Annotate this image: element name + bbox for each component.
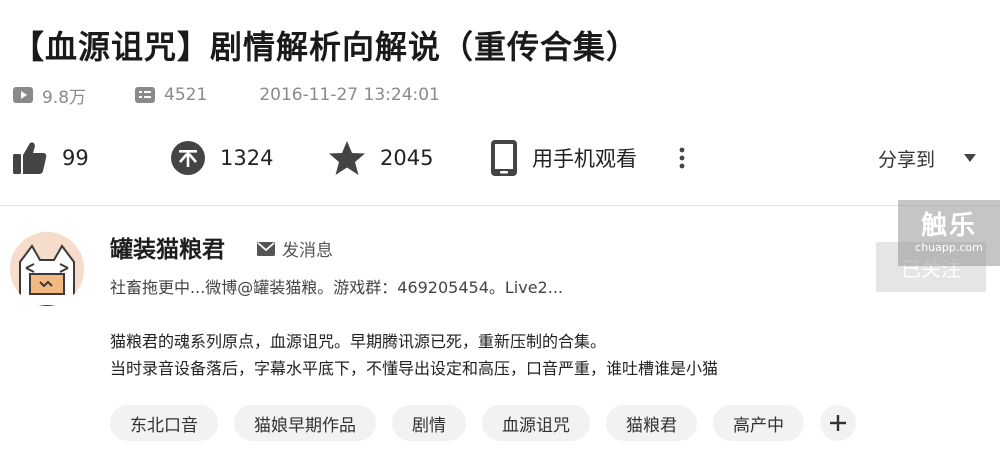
thumbs-up-icon	[12, 141, 48, 175]
share-button[interactable]: 分享到	[878, 134, 977, 182]
star-icon	[328, 140, 366, 176]
uploader-signature: 社畜拖更中...微博@罐装猫粮。游戏群：469205454。Live2...	[110, 278, 563, 297]
like-count: 99	[62, 146, 89, 170]
view-count: 9.8万	[12, 83, 86, 108]
video-meta: 9.8万 4521 2016-11-27 13:24:01	[12, 82, 440, 108]
more-button[interactable]	[678, 134, 700, 182]
chevron-down-icon	[963, 153, 977, 163]
danmaku-count-value: 4521	[164, 85, 208, 105]
tag-item[interactable]: 猫粮君	[606, 405, 697, 441]
tag-list: 东北口音 猫娘早期作品 剧情 血源诅咒 猫粮君 高产中	[110, 405, 856, 441]
tag-item[interactable]: 东北口音	[110, 405, 218, 441]
watermark-main: 触乐	[920, 211, 977, 241]
video-title: 【血源诅咒】剧情解析向解说（重传合集）	[12, 28, 640, 66]
video-description: 猫粮君的魂系列原点，血源诅咒。早期腾讯源已死，重新压制的合集。 当时录音设备落后…	[110, 328, 718, 382]
publish-time: 2016-11-27 13:24:01	[259, 85, 440, 105]
description-line: 猫粮君的魂系列原点，血源诅咒。早期腾讯源已死，重新压制的合集。	[110, 332, 607, 351]
favorite-button[interactable]: 2045	[328, 134, 433, 182]
share-label: 分享到	[878, 148, 936, 171]
coin-icon	[170, 140, 206, 176]
tag-item[interactable]: 猫娘早期作品	[234, 405, 376, 441]
uploader-name[interactable]: 罐装猫粮君	[110, 230, 225, 264]
phone-icon	[490, 139, 518, 177]
coin-count: 1324	[220, 146, 274, 170]
add-tag-button[interactable]	[820, 405, 856, 441]
like-button[interactable]: 99	[12, 134, 89, 182]
envelope-icon	[256, 241, 276, 257]
description-line: 当时录音设备落后，字幕水平底下，不懂导出设定和高压，口音严重，谁吐槽谁是小猫	[110, 359, 719, 378]
action-bar: 99 1324 2045 用手机观看 分享到	[12, 134, 988, 182]
send-message-button[interactable]: 发消息	[256, 236, 333, 261]
watch-on-mobile-button[interactable]: 用手机观看	[490, 134, 637, 182]
plus-icon	[830, 415, 846, 431]
play-icon	[12, 86, 34, 104]
coin-button[interactable]: 1324	[170, 134, 273, 182]
danmaku-icon	[134, 86, 156, 104]
tag-item[interactable]: 高产中	[713, 405, 804, 441]
more-vertical-icon	[678, 146, 686, 170]
tag-item[interactable]: 血源诅咒	[482, 405, 590, 441]
watch-on-mobile-label: 用手机观看	[532, 147, 637, 171]
section-divider	[0, 205, 1000, 206]
favorite-count: 2045	[380, 146, 434, 170]
danmaku-count: 4521	[134, 85, 207, 105]
watermark-logo: 触乐 chuapp.com	[898, 200, 1000, 266]
tag-item[interactable]: 剧情	[392, 405, 466, 441]
send-message-label: 发消息	[282, 241, 333, 261]
uploader-avatar[interactable]	[10, 232, 84, 306]
watermark-sub: chuapp.com	[915, 241, 983, 254]
view-count-value: 9.8万	[42, 87, 87, 108]
